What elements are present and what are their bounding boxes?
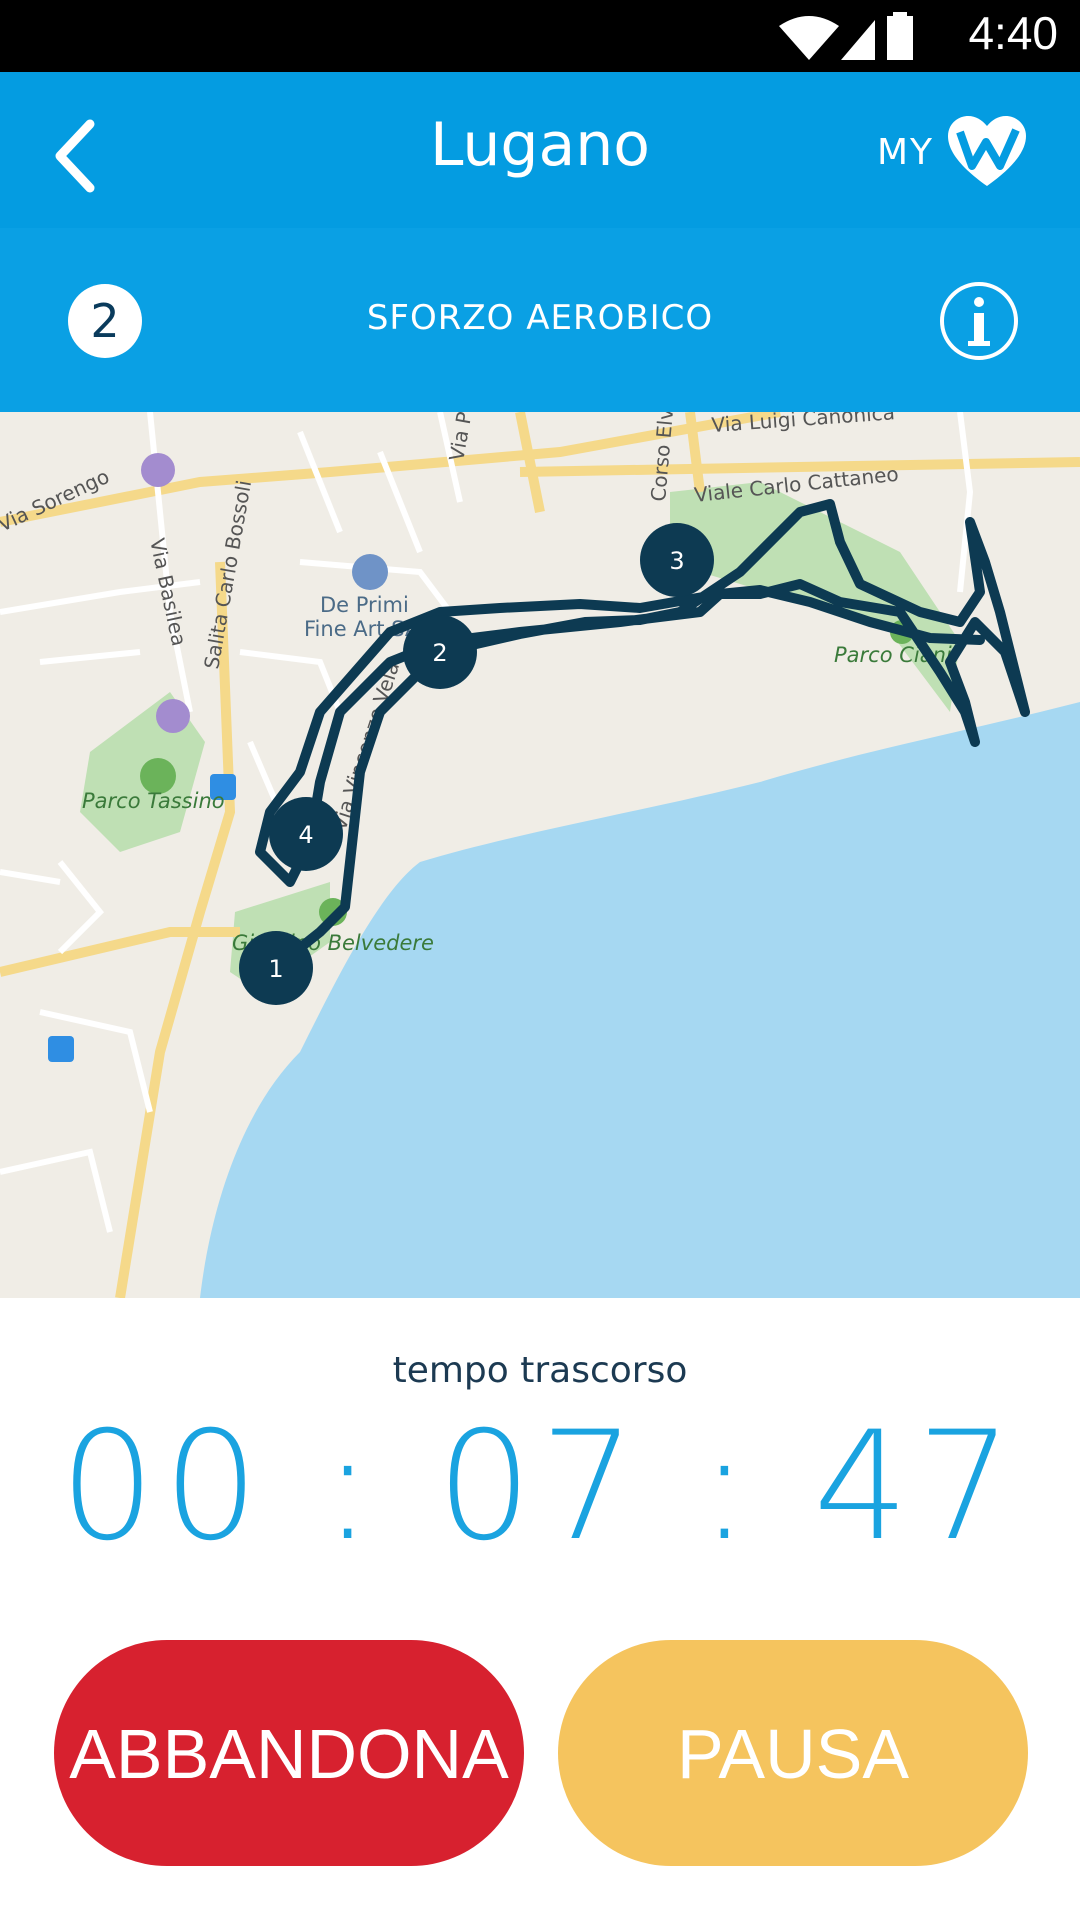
route-marker-4-label: 4 bbox=[298, 821, 313, 849]
elapsed-time-label: tempo trascorso bbox=[392, 1350, 688, 1391]
route-marker-1[interactable]: 1 bbox=[239, 931, 313, 1005]
route-marker-2[interactable]: 2 bbox=[403, 615, 477, 689]
wifi-icon bbox=[779, 16, 839, 60]
museum-icon bbox=[352, 554, 388, 590]
pause-button[interactable]: PAUSA bbox=[558, 1640, 1028, 1866]
label-luigi: Via Luigi Canonica bbox=[711, 412, 896, 437]
label-via-basilea: Via Basilea bbox=[145, 536, 191, 648]
label-corso: Corso Elvezia bbox=[646, 412, 682, 502]
status-bar: 4:40 bbox=[0, 0, 1080, 72]
route-marker-1-label: 1 bbox=[268, 955, 283, 983]
my-label: MY bbox=[876, 131, 934, 173]
status-time: 4:40 bbox=[968, 7, 1058, 59]
elapsed-time: 00 : 07 : 47 bbox=[59, 1400, 1021, 1574]
abandon-button[interactable]: ABBANDONA bbox=[54, 1640, 524, 1866]
label-salita: Salita Carlo Bossoli bbox=[199, 478, 256, 671]
signal-icon bbox=[841, 20, 875, 60]
info-icon[interactable] bbox=[938, 280, 1020, 362]
route-marker-2-label: 2 bbox=[432, 639, 447, 667]
route-map[interactable]: Viale Carlo Cattaneo Via Basilea Salita … bbox=[0, 412, 1080, 1298]
route-marker-3-label: 3 bbox=[669, 547, 684, 575]
heart-w-logo-icon bbox=[948, 116, 1026, 186]
label-de-primi: De Primi bbox=[320, 593, 409, 617]
map-canvas: Viale Carlo Cattaneo Via Basilea Salita … bbox=[0, 412, 1080, 1298]
route-marker-4[interactable]: 4 bbox=[269, 797, 343, 871]
label-parco-tassino: Parco Tassino bbox=[82, 789, 225, 813]
effort-label: SFORZO AEROBICO bbox=[366, 298, 714, 338]
header-top: Lugano MY bbox=[0, 72, 1080, 228]
route-marker-3[interactable]: 3 bbox=[640, 523, 714, 597]
battery-icon bbox=[887, 12, 913, 60]
status-icons bbox=[779, 12, 913, 60]
my-wellness-button[interactable]: MY bbox=[877, 112, 1028, 192]
header: Lugano MY 2 SFORZO AEROBICO bbox=[0, 72, 1080, 412]
